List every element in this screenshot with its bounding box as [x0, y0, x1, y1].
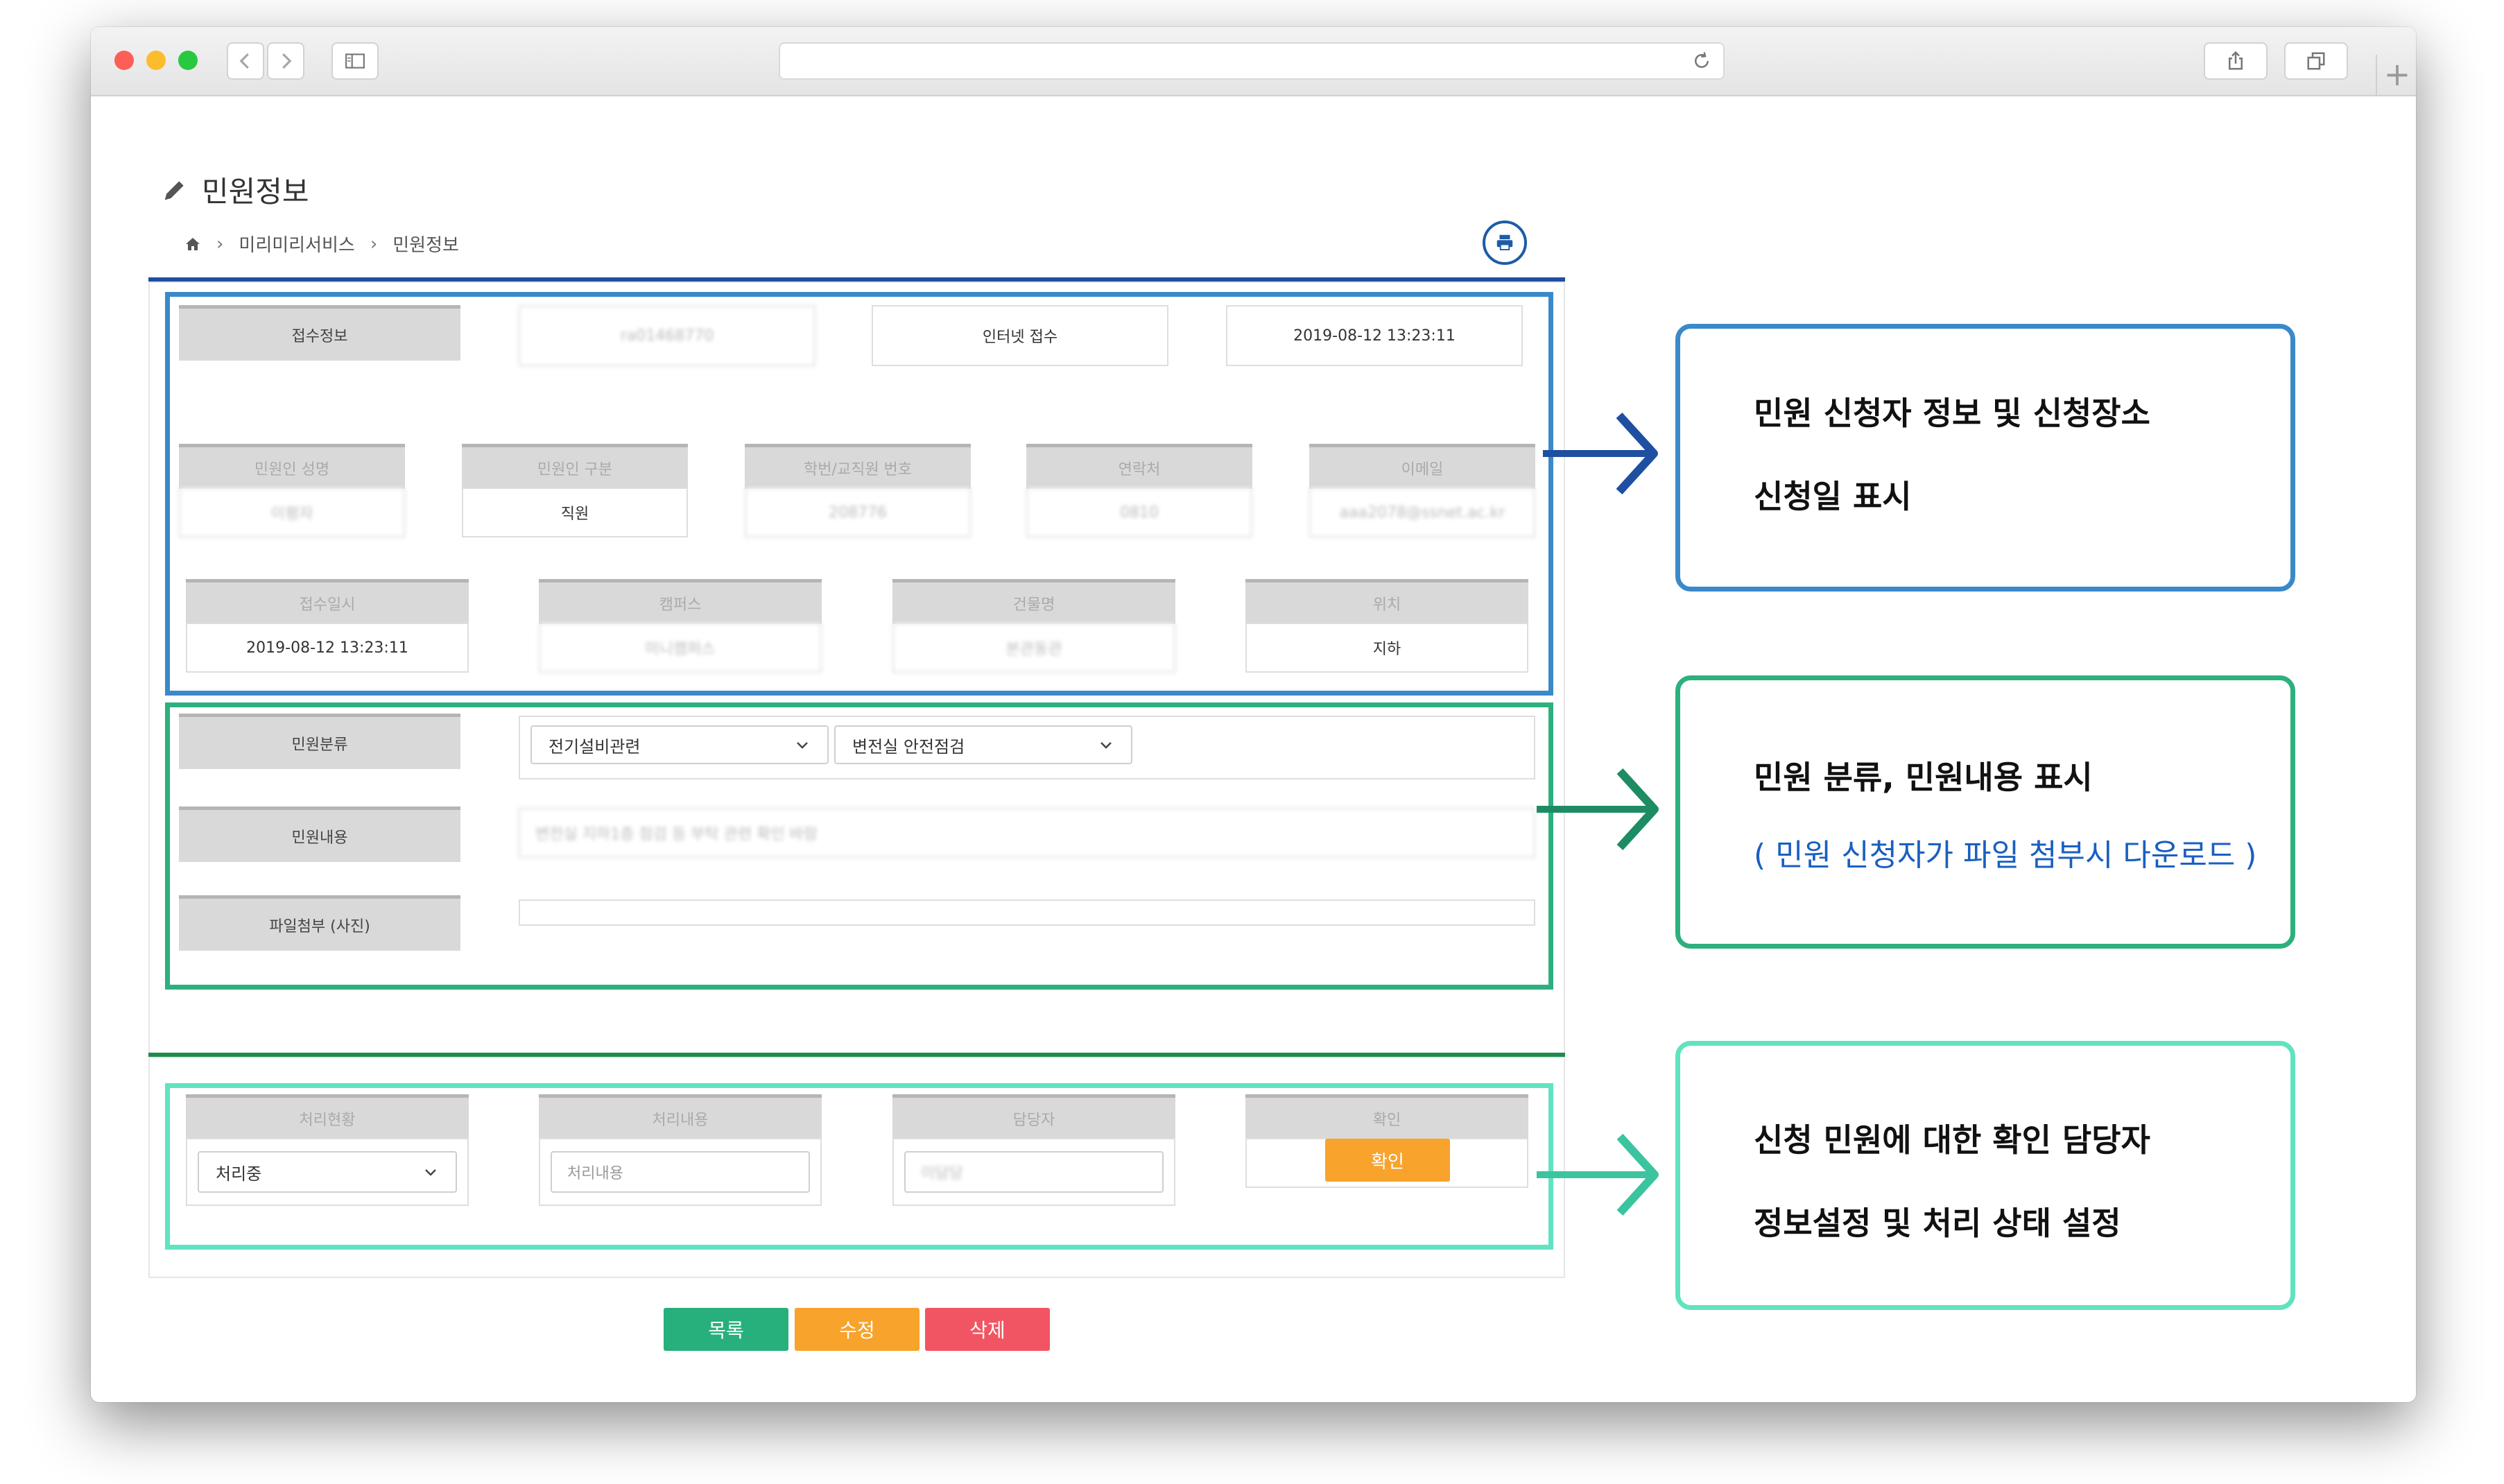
- confirm-button[interactable]: 확인: [1325, 1139, 1450, 1182]
- applicant-type-label: 민원인 구분: [462, 444, 688, 489]
- location-value: 지하: [1245, 623, 1528, 673]
- campus-label: 캠퍼스: [539, 579, 822, 624]
- manager-label: 담당자: [892, 1094, 1175, 1139]
- list-button[interactable]: 목록: [664, 1308, 788, 1351]
- browser-toolbar: +: [91, 27, 2416, 96]
- file-attachment-label: 파일첨부 (사진): [179, 895, 460, 951]
- note-applicant-info: 민원 신청자 정보 및 신청장소 신청일 표시: [1675, 324, 2295, 592]
- chevron-left-icon: [239, 53, 249, 69]
- applicant-name-value: 이평자: [179, 488, 405, 537]
- campus-value: 미니캠퍼스: [539, 623, 822, 673]
- breadcrumb-item-current: 민원정보: [392, 235, 459, 256]
- pencil-icon: [164, 180, 184, 200]
- location-label: 위치: [1245, 579, 1528, 624]
- chevron-down-icon: [1100, 742, 1112, 749]
- applicant-name-label: 민원인 성명: [179, 444, 405, 489]
- manager-input-value: 이담당: [921, 1165, 963, 1182]
- delete-button[interactable]: 삭제: [925, 1308, 1050, 1351]
- status-select-value: 처리중: [216, 1164, 262, 1184]
- breadcrumb-item-service[interactable]: 미리미리서비스: [239, 231, 354, 257]
- applicant-type-value: 직원: [462, 488, 688, 537]
- edit-button[interactable]: 수정: [795, 1308, 919, 1351]
- category-select-secondary-value: 변전실 안전점검: [852, 736, 965, 757]
- back-button[interactable]: [227, 42, 264, 80]
- address-bar[interactable]: [779, 42, 1725, 80]
- note-applicant-line-2: 신청일 표시: [1754, 478, 1912, 515]
- chevron-down-icon: [425, 1169, 436, 1176]
- reception-datetime: 2019-08-12 13:23:11: [1226, 305, 1523, 366]
- category-label: 민원분류: [179, 714, 460, 769]
- chevron-down-icon: [797, 742, 808, 749]
- breadcrumb-separator: ›: [370, 233, 378, 254]
- note-complaint-content: 민원 분류, 민원내용 표시 ( 민원 신청자가 파일 첨부시 다운로드 ): [1675, 675, 2295, 949]
- reload-icon[interactable]: [1691, 51, 1712, 71]
- processing-content-label: 처리내용: [539, 1094, 822, 1139]
- status-label: 처리현황: [186, 1094, 469, 1139]
- minimize-window-button[interactable]: [146, 51, 166, 70]
- page-content: 민원정보 › 미리미리서비스 › 민원정보 접수정보 ra01468770 인터…: [91, 96, 2416, 1402]
- close-window-button[interactable]: [114, 51, 134, 70]
- applicant-email-value: aaa2078@ssnet.ac.kr: [1309, 488, 1535, 537]
- note-processing-line-1: 신청 민원에 대한 확인 담당자: [1754, 1121, 2150, 1159]
- applicant-id-value: 208776: [745, 488, 971, 537]
- applicant-email-label: 이메일: [1309, 444, 1535, 489]
- content-value: 변전실 지하1층 점검 등 부탁 관련 확인 바람: [519, 808, 1535, 858]
- share-button[interactable]: [2204, 42, 2268, 80]
- zoom-window-button[interactable]: [178, 51, 198, 70]
- reception-label: 접수정보: [179, 305, 460, 361]
- applicant-phone-label: 연락처: [1026, 444, 1252, 489]
- sidebar-icon: [345, 53, 365, 69]
- manager-input[interactable]: 이담당: [904, 1151, 1164, 1193]
- file-attachment-area[interactable]: [519, 899, 1535, 926]
- processing-content-input[interactable]: 처리내용: [551, 1151, 810, 1193]
- note-applicant-line-1: 민원 신청자 정보 및 신청장소: [1754, 395, 2150, 432]
- new-tab-button[interactable]: +: [2376, 55, 2416, 96]
- category-select-primary-value: 전기설비관련: [549, 736, 641, 757]
- sidebar-toggle-button[interactable]: [331, 42, 379, 80]
- building-value: 본관동관: [892, 623, 1175, 673]
- applicant-phone-value: 0810: [1026, 488, 1252, 537]
- tabs-icon: [2307, 52, 2325, 70]
- arrow-right-icon: [1537, 768, 1659, 851]
- content-label: 민원내용: [179, 806, 460, 862]
- note-processing-line-2: 정보설정 및 처리 상태 설정: [1754, 1205, 2121, 1242]
- building-label: 건물명: [892, 579, 1175, 624]
- print-button[interactable]: [1483, 221, 1527, 265]
- page-title-text: 민원정보: [202, 175, 309, 209]
- tabs-overview-button[interactable]: [2284, 42, 2348, 80]
- browser-window: + 민원정보 › 미리미리서비스 › 민원정보 접수정보 ra01468770 …: [91, 27, 2416, 1402]
- confirm-label: 확인: [1245, 1094, 1528, 1139]
- arrow-right-icon: [1537, 1133, 1659, 1216]
- received-at-label: 접수일시: [186, 579, 469, 624]
- breadcrumb: › 미리미리서비스 › 민원정보: [184, 231, 459, 257]
- share-icon: [2229, 51, 2243, 70]
- print-icon: [1496, 234, 1513, 250]
- received-at-value: 2019-08-12 13:23:11: [186, 623, 469, 673]
- chevron-right-icon: [282, 53, 292, 69]
- reception-number: ra01468770: [519, 305, 815, 366]
- category-select-primary[interactable]: 전기설비관련: [530, 725, 829, 764]
- arrow-right-icon: [1543, 412, 1658, 495]
- note-complaint-line-1: 민원 분류, 민원내용 표시: [1754, 759, 2093, 796]
- reception-channel: 인터넷 접수: [872, 305, 1168, 366]
- note-complaint-line-2: ( 민원 신청자가 파일 첨부시 다운로드 ): [1754, 838, 2257, 873]
- status-select[interactable]: 처리중: [198, 1151, 457, 1193]
- breadcrumb-separator: ›: [216, 233, 224, 254]
- page-title: 민원정보: [162, 169, 309, 211]
- applicant-id-label: 학번/교직원 번호: [745, 444, 971, 489]
- category-select-secondary[interactable]: 변전실 안전점검: [834, 725, 1132, 764]
- home-icon[interactable]: [184, 236, 201, 252]
- note-processing: 신청 민원에 대한 확인 담당자 정보설정 및 처리 상태 설정: [1675, 1041, 2295, 1310]
- forward-button[interactable]: [267, 42, 304, 80]
- processing-content-placeholder: 처리내용: [567, 1165, 623, 1182]
